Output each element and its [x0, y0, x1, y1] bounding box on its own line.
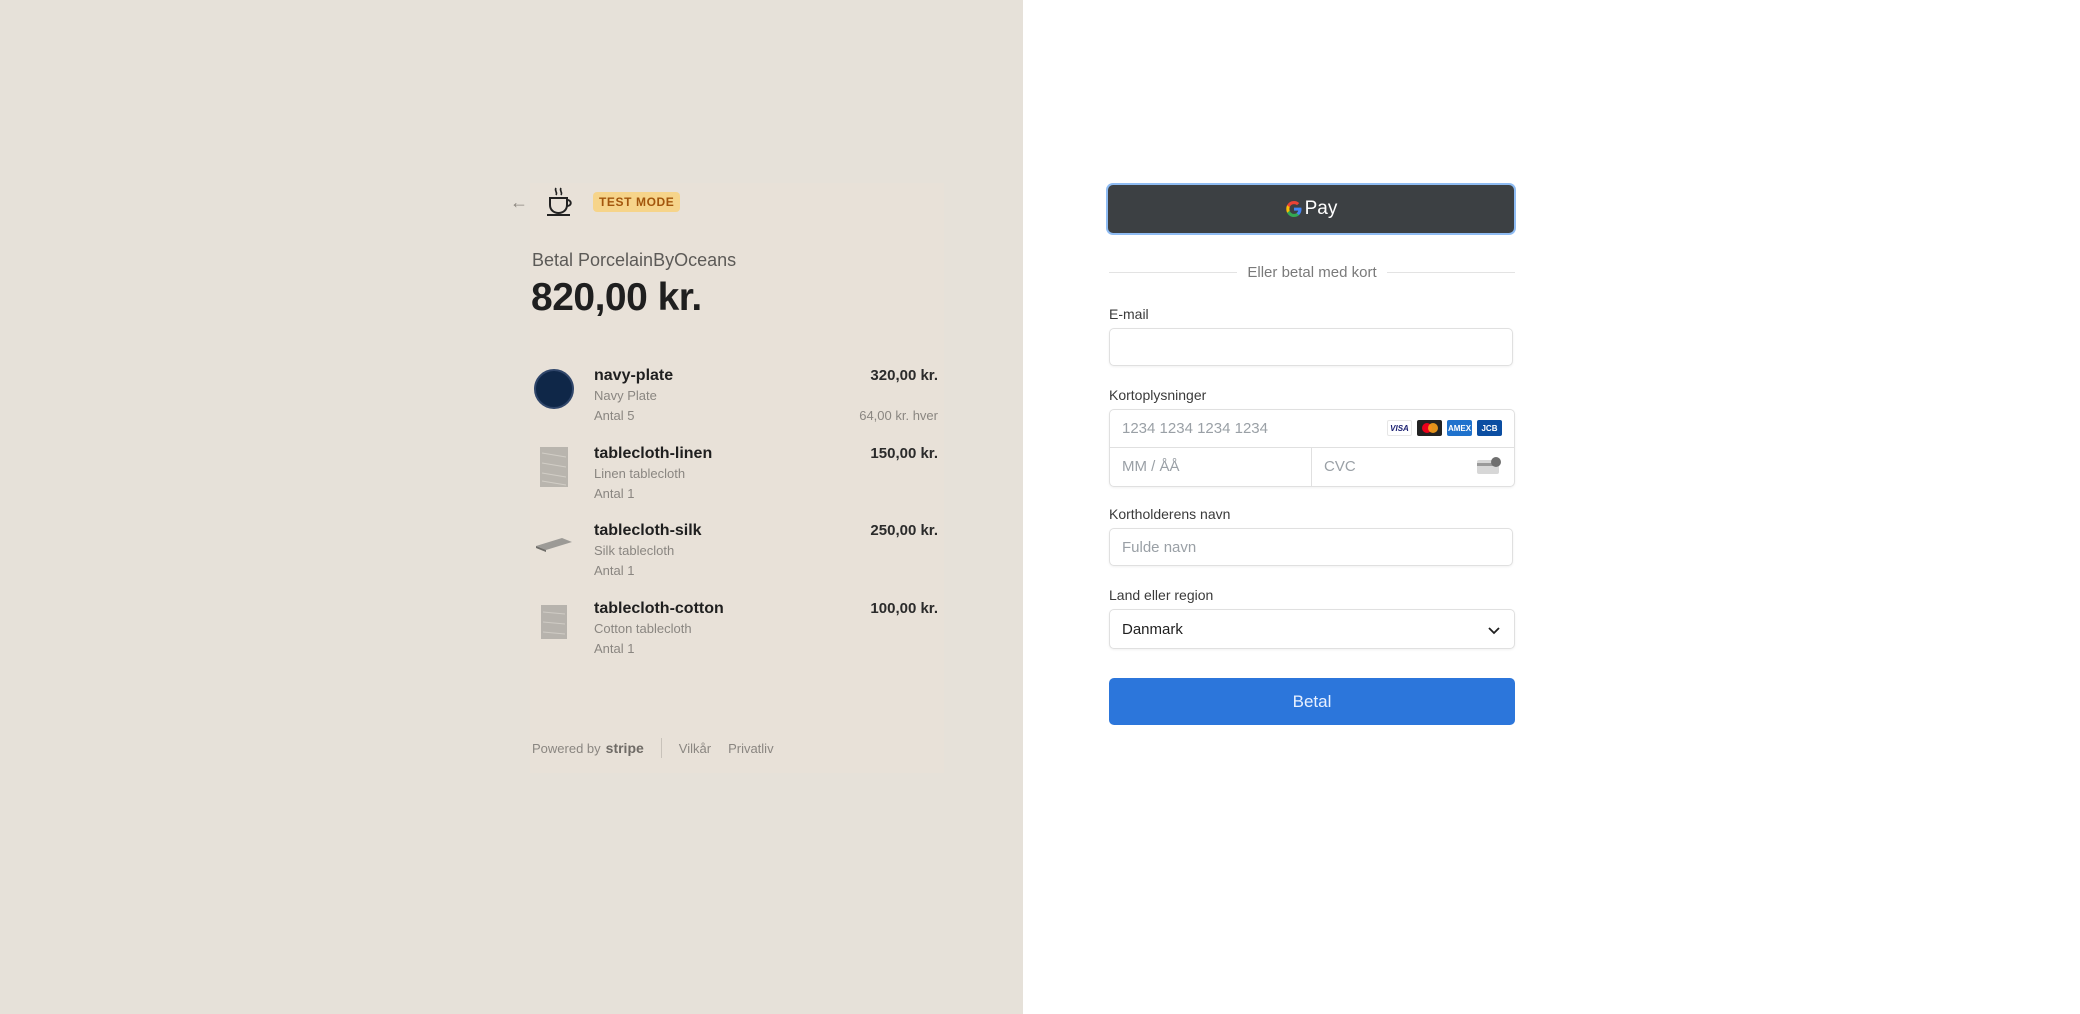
cardholder-name-label: Kortholderens navn: [1109, 506, 1231, 522]
line-item-tablecloth-silk: tablecloth-silk Silk tablecloth Antal 1 …: [532, 522, 938, 592]
card-number-input[interactable]: 1234 1234 1234 1234 VISA AMEX JCB: [1110, 410, 1514, 448]
cvc-card-icon: [1477, 457, 1501, 474]
card-info-label: Kortoplysninger: [1109, 387, 1207, 403]
summary-header: ← TEST MODE: [509, 187, 681, 216]
cardholder-name-field[interactable]: [1109, 528, 1513, 566]
footer-divider: [660, 738, 662, 758]
jcb-icon: JCB: [1477, 420, 1502, 436]
item-quantity: Antal 1: [594, 563, 635, 578]
summary-footer: Powered by stripe Vilkår Privatliv: [532, 738, 791, 758]
expiry-input[interactable]: MM / ÅÅ: [1110, 448, 1312, 486]
merchant-line: Betal PorcelainByOceans: [532, 250, 737, 270]
item-unit-price: 64,00 kr. hver: [859, 408, 938, 423]
item-price: 150,00 kr.: [870, 445, 938, 462]
terms-link[interactable]: Vilkår: [679, 741, 711, 756]
expiry-placeholder: MM / ÅÅ: [1122, 458, 1180, 475]
item-price: 320,00 kr.: [870, 367, 938, 384]
country-label: Land eller region: [1109, 587, 1214, 603]
item-name: navy-plate: [594, 367, 674, 384]
country-select[interactable]: Danmark: [1109, 609, 1515, 649]
linen-tablecloth-image: [540, 447, 568, 487]
cvc-input[interactable]: CVC: [1312, 448, 1514, 486]
item-name: tablecloth-silk: [594, 522, 702, 539]
google-pay-label: Pay: [1304, 198, 1338, 219]
visa-icon: VISA: [1387, 420, 1412, 436]
divider-text: Eller betal med kort: [1247, 263, 1377, 281]
cotton-tablecloth-image: [541, 605, 567, 639]
or-pay-with-card-divider: Eller betal med kort: [1109, 262, 1516, 282]
chevron-down-icon: [1488, 627, 1500, 635]
cvc-placeholder: CVC: [1324, 458, 1356, 475]
item-quantity: Antal 1: [594, 641, 635, 656]
google-pay-button[interactable]: Pay: [1108, 185, 1514, 233]
card-number-placeholder: 1234 1234 1234 1234: [1122, 420, 1268, 437]
email-field[interactable]: [1109, 328, 1513, 366]
line-item-tablecloth-linen: tablecloth-linen Linen tablecloth Antal …: [532, 445, 938, 515]
item-name: tablecloth-linen: [594, 445, 713, 462]
card-details-group: 1234 1234 1234 1234 VISA AMEX JCB MM / Å…: [1109, 409, 1515, 487]
coffee-cup-icon: [547, 187, 572, 216]
total-amount: 820,00 kr.: [531, 276, 702, 319]
navy-plate-image: [534, 369, 574, 409]
amex-icon: AMEX: [1447, 420, 1472, 436]
line-item-tablecloth-cotton: tablecloth-cotton Cotton tablecloth Anta…: [532, 600, 938, 670]
country-value: Danmark: [1122, 621, 1183, 638]
google-g-icon: [1285, 201, 1302, 217]
privacy-link[interactable]: Privatliv: [728, 741, 774, 756]
item-description: Silk tablecloth: [594, 543, 675, 558]
item-quantity: Antal 1: [594, 486, 635, 501]
line-item-navy-plate: navy-plate Navy Plate Antal 5 320,00 kr.…: [532, 367, 938, 437]
item-price: 100,00 kr.: [870, 600, 938, 617]
email-label: E-mail: [1109, 306, 1149, 322]
item-description: Linen tablecloth: [594, 466, 686, 481]
silk-tablecloth-image: [536, 538, 572, 552]
item-price: 250,00 kr.: [870, 522, 938, 539]
item-description: Navy Plate: [594, 388, 657, 403]
test-mode-badge: TEST MODE: [593, 192, 681, 212]
pay-button[interactable]: Betal: [1109, 678, 1515, 725]
stripe-link[interactable]: stripe: [606, 740, 644, 756]
item-name: tablecloth-cotton: [594, 600, 724, 617]
item-quantity: Antal 5: [594, 408, 635, 423]
card-brand-icons: VISA AMEX JCB: [1387, 420, 1502, 436]
powered-by-text: Powered by: [532, 740, 601, 756]
mastercard-icon: [1417, 420, 1442, 436]
arrow-left-icon[interactable]: ←: [509, 192, 529, 212]
item-description: Cotton tablecloth: [594, 621, 692, 636]
